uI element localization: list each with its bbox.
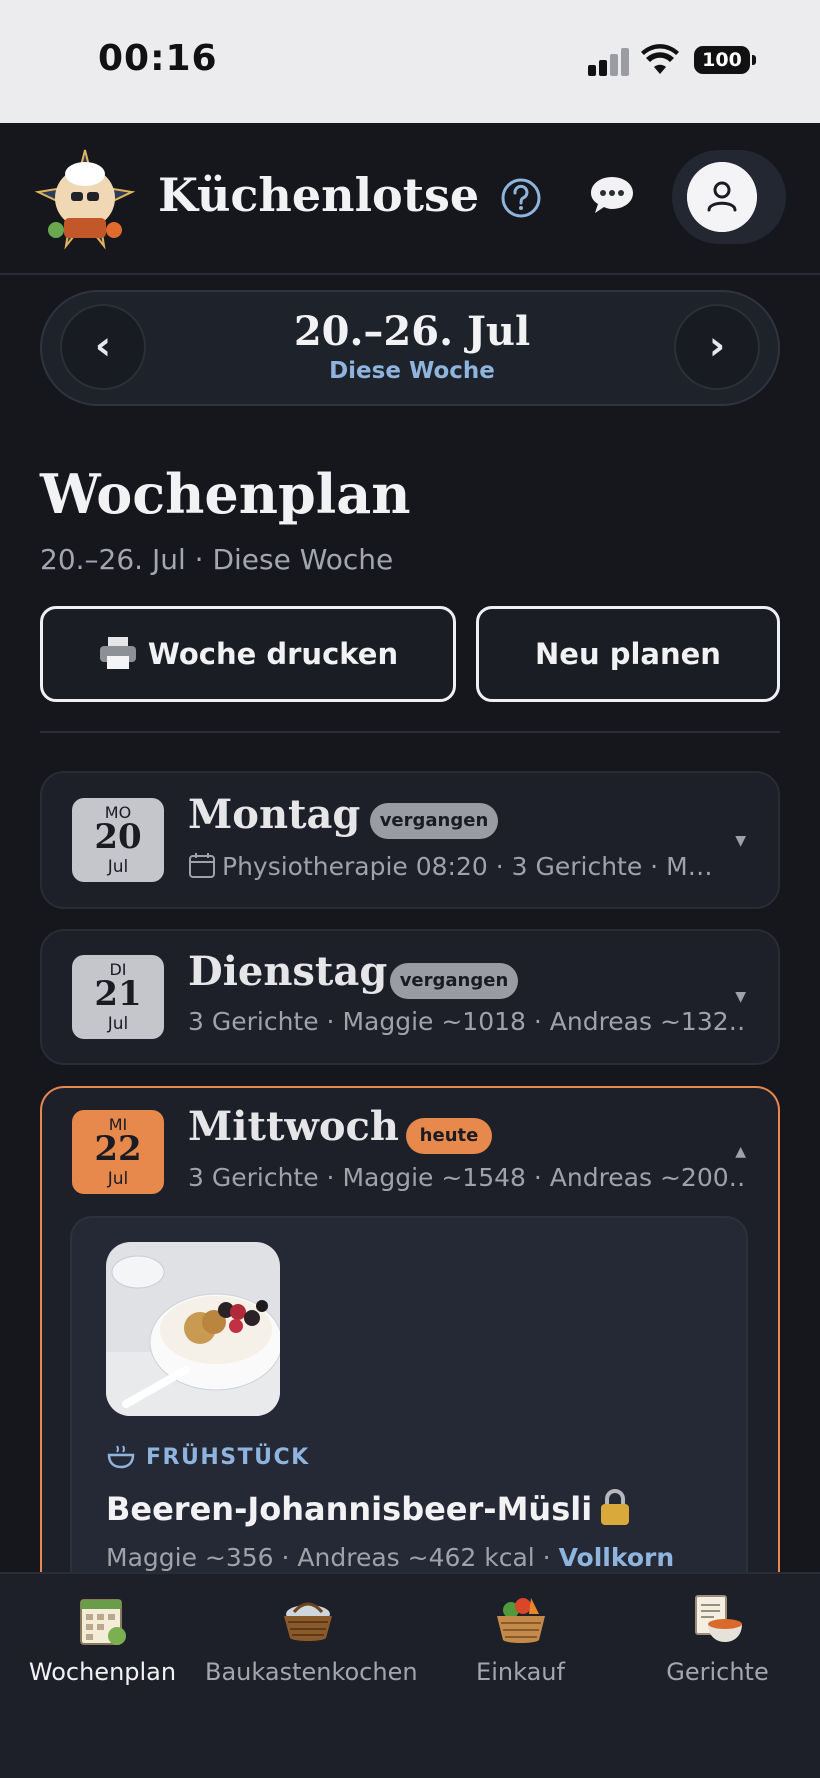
print-week-label: Woche drucken: [147, 637, 399, 671]
status-badge: vergangen: [370, 803, 498, 839]
day-meta-text: Physiotherapie 08:20 · 3 Gerichte · M…: [222, 852, 713, 881]
meal-card[interactable]: FRÜHSTÜCK Beeren-Johannisbeer-Müsli Magg…: [70, 1216, 748, 1616]
bowl-icon: [107, 1445, 135, 1469]
calendar-icon: [189, 853, 215, 878]
cellular-signal-icon: [588, 48, 630, 76]
page-subtitle: 20.–26. Jul · Diese Woche: [40, 543, 394, 576]
app-title: Küchenlotse: [158, 168, 480, 222]
meal-photo: [106, 1242, 280, 1416]
recipe-bowl-icon: [694, 1595, 742, 1642]
status-bar: 00:16 100: [0, 0, 820, 123]
app-logo: [34, 149, 136, 250]
week-label: Diese Woche: [329, 358, 495, 384]
user-icon: [687, 162, 757, 232]
date-badge: MO 20 Jul: [72, 798, 164, 882]
bottom-nav: Wochenplan Baukastenkochen Einkauf Geric…: [0, 1572, 820, 1778]
vegetable-basket-icon: [496, 1598, 545, 1643]
week-range: 20.–26. Jul: [293, 308, 531, 355]
date-month: Jul: [107, 1014, 129, 1034]
meal-title: Beeren-Johannisbeer-Müsli: [106, 1488, 632, 1528]
day-meta: Physiotherapie 08:20 · 3 Gerichte · M…: [188, 851, 748, 881]
date-month: Jul: [107, 1169, 129, 1189]
help-icon[interactable]: [500, 177, 542, 219]
chat-icon[interactable]: [588, 173, 636, 219]
nav-label: Gerichte: [666, 1658, 769, 1686]
date-num: 22: [94, 1129, 142, 1169]
date-badge: MI 22 Jul: [72, 1110, 164, 1194]
meal-category: FRÜHSTÜCK: [106, 1443, 310, 1470]
next-week-button[interactable]: ›: [674, 304, 760, 390]
calendar-icon: [79, 1599, 126, 1645]
meal-tag[interactable]: Vollkorn: [559, 1543, 675, 1572]
page-title: Wochenplan: [40, 462, 411, 526]
chevron-up-icon[interactable]: ▲: [735, 1144, 746, 1160]
day-name: Dienstag: [188, 948, 388, 995]
replan-button[interactable]: Neu planen: [476, 606, 780, 702]
nav-item-baukastenkochen[interactable]: Baukastenkochen: [205, 1592, 418, 1686]
nav-item-gerichte[interactable]: Gerichte: [615, 1592, 820, 1686]
battery-icon: 100: [694, 46, 756, 74]
status-badge: vergangen: [390, 963, 518, 999]
print-week-button[interactable]: Woche drucken: [40, 606, 456, 702]
wifi-icon: [641, 44, 679, 74]
divider: [40, 731, 780, 733]
day-card-monday[interactable]: MO 20 Jul Montag vergangen Physiotherapi…: [40, 771, 780, 909]
profile-button[interactable]: [672, 150, 786, 244]
printer-icon: [99, 637, 136, 669]
date-badge: DI 21 Jul: [72, 955, 164, 1039]
week-navigator: ‹ 20.–26. Jul Diese Woche ›: [40, 290, 780, 406]
meal-kcal-text: Maggie ~356 · Andreas ~462 kcal ·: [106, 1543, 551, 1572]
chevron-down-icon[interactable]: ▼: [735, 989, 746, 1005]
meal-category-label: FRÜHSTÜCK: [146, 1445, 310, 1470]
meal-kcal: Maggie ~356 · Andreas ~462 kcal · Vollko…: [106, 1543, 674, 1572]
nav-label: Einkauf: [476, 1658, 565, 1686]
lock-icon[interactable]: [598, 1488, 632, 1526]
day-card-tuesday[interactable]: DI 21 Jul Dienstag vergangen 3 Gerichte …: [40, 929, 780, 1065]
date-month: Jul: [107, 857, 129, 877]
basket-icon: [283, 1602, 332, 1641]
nav-item-wochenplan[interactable]: Wochenplan: [0, 1592, 205, 1686]
nav-item-einkauf[interactable]: Einkauf: [418, 1592, 623, 1686]
date-num: 21: [94, 974, 142, 1014]
day-meta: 3 Gerichte · Maggie ~1018 · Andreas ~132…: [188, 1007, 748, 1036]
nav-label: Wochenplan: [28, 1658, 177, 1686]
date-num: 20: [94, 817, 142, 857]
meal-title-text: Beeren-Johannisbeer-Müsli: [106, 1490, 593, 1528]
chevron-down-icon[interactable]: ▼: [735, 833, 746, 849]
day-name: Montag: [188, 791, 361, 838]
status-time: 00:16: [98, 38, 218, 79]
day-name: Mittwoch: [188, 1103, 399, 1150]
status-badge: heute: [406, 1118, 492, 1154]
nav-label: Baukastenkochen: [205, 1658, 418, 1686]
day-meta: 3 Gerichte · Maggie ~1548 · Andreas ~200…: [188, 1163, 748, 1192]
